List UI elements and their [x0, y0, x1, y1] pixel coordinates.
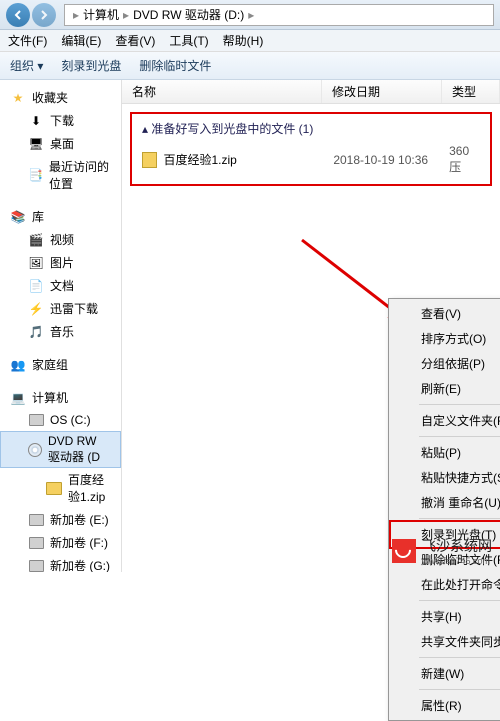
star-icon: ★ [10, 90, 26, 106]
ctx-paste[interactable]: 粘贴(P) [391, 440, 500, 465]
download-icon: ⬇ [28, 113, 44, 129]
computer-icon: 💻 [10, 390, 26, 406]
sidebar-favorites[interactable]: ★收藏夹 [0, 86, 121, 109]
chevron-right-icon: ▸ [119, 8, 133, 22]
breadcrumb-item[interactable]: 计算机 [83, 6, 119, 23]
tool-organize[interactable]: 组织 ▾ [10, 57, 43, 74]
tool-delete-temp[interactable]: 删除临时文件 [139, 57, 211, 74]
content-area: ★收藏夹 ⬇下载 🖥桌面 📑最近访问的位置 📚库 🎬视频 🖼图片 📄文档 ⚡迅雷… [0, 80, 500, 572]
chevron-right-icon: ▸ [244, 8, 258, 22]
file-group-pending-burn: ▴ 准备好写入到光盘中的文件 (1) 百度经验1.zip 2018-10-19 … [130, 112, 492, 186]
separator [419, 518, 500, 519]
picture-icon: 🖼 [28, 255, 44, 271]
ctx-paste-shortcut[interactable]: 粘贴快捷方式(S) [391, 465, 500, 490]
recent-icon: 📑 [28, 167, 43, 183]
watermark-logo-icon [392, 539, 416, 563]
ctx-undo[interactable]: 撤消 重命名(U)Ctrl+Z [391, 490, 500, 515]
ctx-properties[interactable]: 属性(R) [391, 693, 500, 718]
sidebar-item-recent[interactable]: 📑最近访问的位置 [0, 155, 121, 195]
context-menu: 查看(V)▶ 排序方式(O)▶ 分组依据(P)▶ 刷新(E) 自定义文件夹(F)… [388, 298, 500, 721]
toolbar: 组织 ▾ 刻录到光盘 删除临时文件 [0, 52, 500, 80]
homegroup-icon: 👥 [10, 357, 26, 373]
file-row[interactable]: 百度经验1.zip 2018-10-19 10:36 360压 [132, 141, 490, 178]
sidebar-item-zip[interactable]: 百度经验1.zip [0, 468, 121, 508]
titlebar: ▸ 计算机 ▸ DVD RW 驱动器 (D:) ▸ [0, 0, 500, 30]
separator [419, 657, 500, 658]
watermark: 飞沙系统网 www.fs0745.com [392, 536, 492, 566]
sidebar: ★收藏夹 ⬇下载 🖥桌面 📑最近访问的位置 📚库 🎬视频 🖼图片 📄文档 ⚡迅雷… [0, 80, 122, 572]
ctx-group[interactable]: 分组依据(P)▶ [391, 351, 500, 376]
document-icon: 📄 [28, 278, 44, 294]
separator [419, 436, 500, 437]
col-type[interactable]: 类型 [442, 80, 500, 103]
sidebar-item-os-c[interactable]: OS (C:) [0, 409, 121, 431]
column-header: 名称 修改日期 类型 [122, 80, 500, 104]
group-header[interactable]: ▴ 准备好写入到光盘中的文件 (1) [132, 114, 490, 141]
desktop-icon: 🖥 [28, 136, 44, 152]
tool-burn[interactable]: 刻录到光盘 [61, 57, 121, 74]
thunder-icon: ⚡ [28, 301, 44, 317]
file-name: 百度经验1.zip [163, 151, 333, 168]
separator [419, 404, 500, 405]
file-type: 360压 [449, 144, 480, 175]
sidebar-item-videos[interactable]: 🎬视频 [0, 228, 121, 251]
col-name[interactable]: 名称 [122, 80, 322, 103]
sidebar-item-thunder[interactable]: ⚡迅雷下载 [0, 297, 121, 320]
col-date[interactable]: 修改日期 [322, 80, 442, 103]
sidebar-item-downloads[interactable]: ⬇下载 [0, 109, 121, 132]
separator [419, 689, 500, 690]
sidebar-libraries[interactable]: 📚库 [0, 205, 121, 228]
video-icon: 🎬 [28, 232, 44, 248]
breadcrumb-item[interactable]: DVD RW 驱动器 (D:) [133, 6, 244, 23]
nav-forward-button[interactable] [32, 3, 56, 27]
sidebar-item-desktop[interactable]: 🖥桌面 [0, 132, 121, 155]
ctx-share-sync[interactable]: 共享文件夹同步▶ [391, 629, 500, 654]
chevron-right-icon: ▸ [69, 8, 83, 22]
breadcrumb[interactable]: ▸ 计算机 ▸ DVD RW 驱动器 (D:) ▸ [64, 4, 494, 26]
sidebar-item-disk-g[interactable]: 新加卷 (G:) [0, 554, 121, 572]
menu-help[interactable]: 帮助(H) [223, 32, 264, 49]
sidebar-item-disk-f[interactable]: 新加卷 (F:) [0, 531, 121, 554]
sidebar-item-music[interactable]: 🎵音乐 [0, 320, 121, 343]
nav-back-button[interactable] [6, 3, 30, 27]
ctx-new[interactable]: 新建(W)▶ [391, 661, 500, 686]
sidebar-item-pictures[interactable]: 🖼图片 [0, 251, 121, 274]
ctx-refresh[interactable]: 刷新(E) [391, 376, 500, 401]
music-icon: 🎵 [28, 324, 44, 340]
cd-icon [28, 443, 42, 457]
disk-icon [29, 414, 44, 426]
watermark-text: 飞沙系统网 [422, 536, 492, 556]
ctx-share[interactable]: 共享(H)▶ [391, 604, 500, 629]
file-date: 2018-10-19 10:36 [333, 153, 449, 167]
disk-icon [29, 514, 44, 526]
ctx-sort[interactable]: 排序方式(O)▶ [391, 326, 500, 351]
sidebar-computer[interactable]: 💻计算机 [0, 386, 121, 409]
library-icon: 📚 [10, 209, 26, 225]
sidebar-item-documents[interactable]: 📄文档 [0, 274, 121, 297]
disk-icon [29, 560, 44, 572]
zip-icon [46, 482, 62, 495]
ctx-view[interactable]: 查看(V)▶ [391, 301, 500, 326]
sidebar-item-dvd-d[interactable]: DVD RW 驱动器 (D [0, 431, 121, 468]
ctx-open-cmd[interactable]: 在此处打开命令窗口(W) [391, 572, 500, 597]
menu-view[interactable]: 查看(V) [115, 32, 155, 49]
menubar: 文件(F) 编辑(E) 查看(V) 工具(T) 帮助(H) [0, 30, 500, 52]
ctx-customize[interactable]: 自定义文件夹(F)... [391, 408, 500, 433]
separator [419, 600, 500, 601]
sidebar-homegroup[interactable]: 👥家庭组 [0, 353, 121, 376]
main-panel: 名称 修改日期 类型 ▴ 准备好写入到光盘中的文件 (1) 百度经验1.zip … [122, 80, 500, 572]
menu-file[interactable]: 文件(F) [8, 32, 47, 49]
menu-edit[interactable]: 编辑(E) [61, 32, 101, 49]
disk-icon [29, 537, 44, 549]
watermark-url: www.fs0745.com [422, 556, 492, 566]
menu-tools[interactable]: 工具(T) [169, 32, 208, 49]
sidebar-item-disk-e[interactable]: 新加卷 (E:) [0, 508, 121, 531]
zip-file-icon [142, 152, 158, 168]
